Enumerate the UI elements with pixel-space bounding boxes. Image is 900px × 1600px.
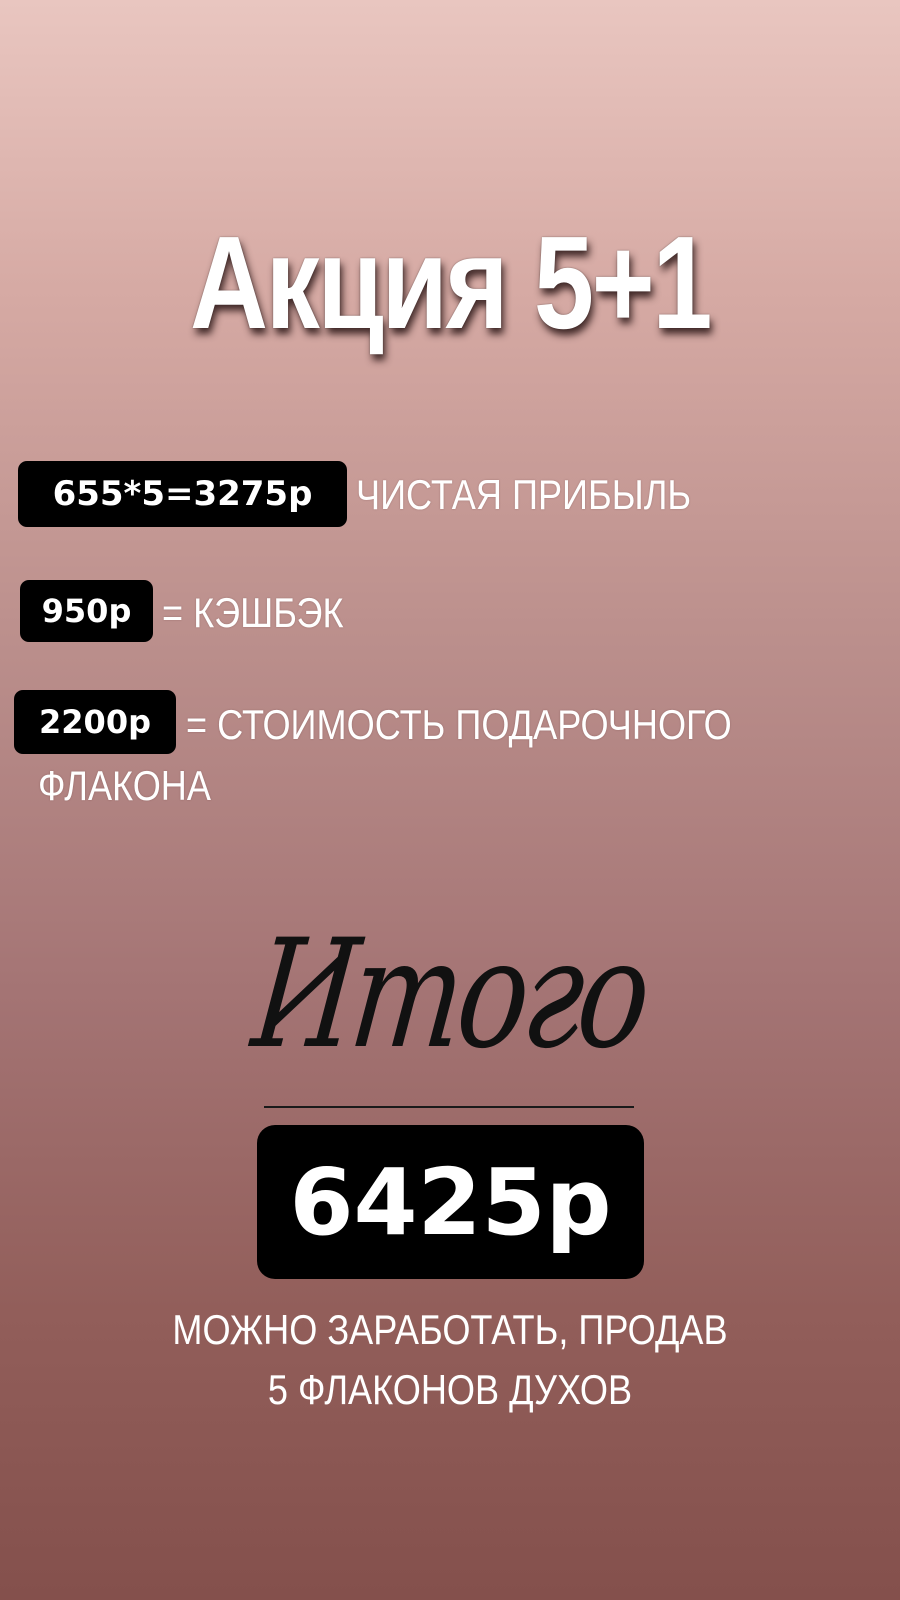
cashback-badge: 950р	[20, 580, 153, 642]
footer-line-1: МОЖНО ЗАРАБОТАТЬ, ПРОДАВ	[172, 1306, 728, 1353]
profit-badge: 655*5=3275р	[18, 461, 347, 527]
gift-cost-badge: 2200р	[14, 690, 176, 754]
profit-label: ЧИСТАЯ ПРИБЫЛЬ	[356, 471, 692, 518]
gift-cost-label: = СТОИМОСТЬ ПОДАРОЧНОГО	[186, 701, 732, 748]
promo-poster: Акция 5+1 655*5=3275р ЧИСТАЯ ПРИБЫЛЬ 950…	[0, 0, 900, 1600]
footer-caption: МОЖНО ЗАРАБОТАТЬ, ПРОДАВ 5 ФЛАКОНОВ ДУХО…	[0, 1300, 900, 1420]
total-heading: Итого	[245, 908, 655, 1082]
total-amount: 6425р	[257, 1125, 644, 1279]
promo-title: Акция 5+1	[189, 209, 713, 356]
cashback-label: = КЭШБЭК	[162, 589, 344, 636]
total-divider	[264, 1106, 634, 1108]
gift-cost-label-line2: ФЛАКОНА	[38, 762, 211, 809]
footer-line-2: 5 ФЛАКОНОВ ДУХОВ	[267, 1366, 633, 1413]
